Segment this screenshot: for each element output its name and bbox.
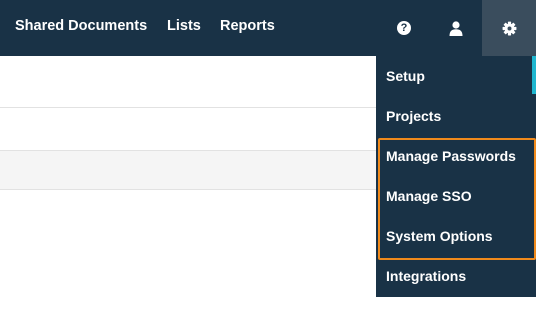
menu-item-integrations[interactable]: Integrations [386,256,466,296]
user-icon [449,20,463,36]
settings-dropdown-menu: Setup Projects Manage Passwords Manage S… [376,56,536,297]
menu-scroll-indicator[interactable] [532,56,536,94]
help-circle-icon: ? [397,21,411,35]
settings-button[interactable] [482,0,536,56]
menu-item-setup[interactable]: Setup [386,56,425,96]
nav-link-shared-documents[interactable]: Shared Documents [15,0,147,56]
menu-item-projects[interactable]: Projects [386,96,441,136]
menu-item-system-options[interactable]: System Options [386,216,493,256]
table-row [0,150,376,190]
user-button[interactable] [430,0,482,56]
app-window: Shared Documents Lists Reports ? Setup P… [0,0,536,322]
nav-link-lists[interactable]: Lists [167,0,201,56]
top-navigation-bar: Shared Documents Lists Reports ? [0,0,536,56]
nav-link-reports[interactable]: Reports [220,0,275,56]
menu-item-manage-passwords[interactable]: Manage Passwords [386,136,516,176]
menu-item-manage-sso[interactable]: Manage SSO [386,176,472,216]
help-button[interactable]: ? [378,0,430,56]
gear-icon [502,21,516,35]
content-divider [0,107,376,108]
